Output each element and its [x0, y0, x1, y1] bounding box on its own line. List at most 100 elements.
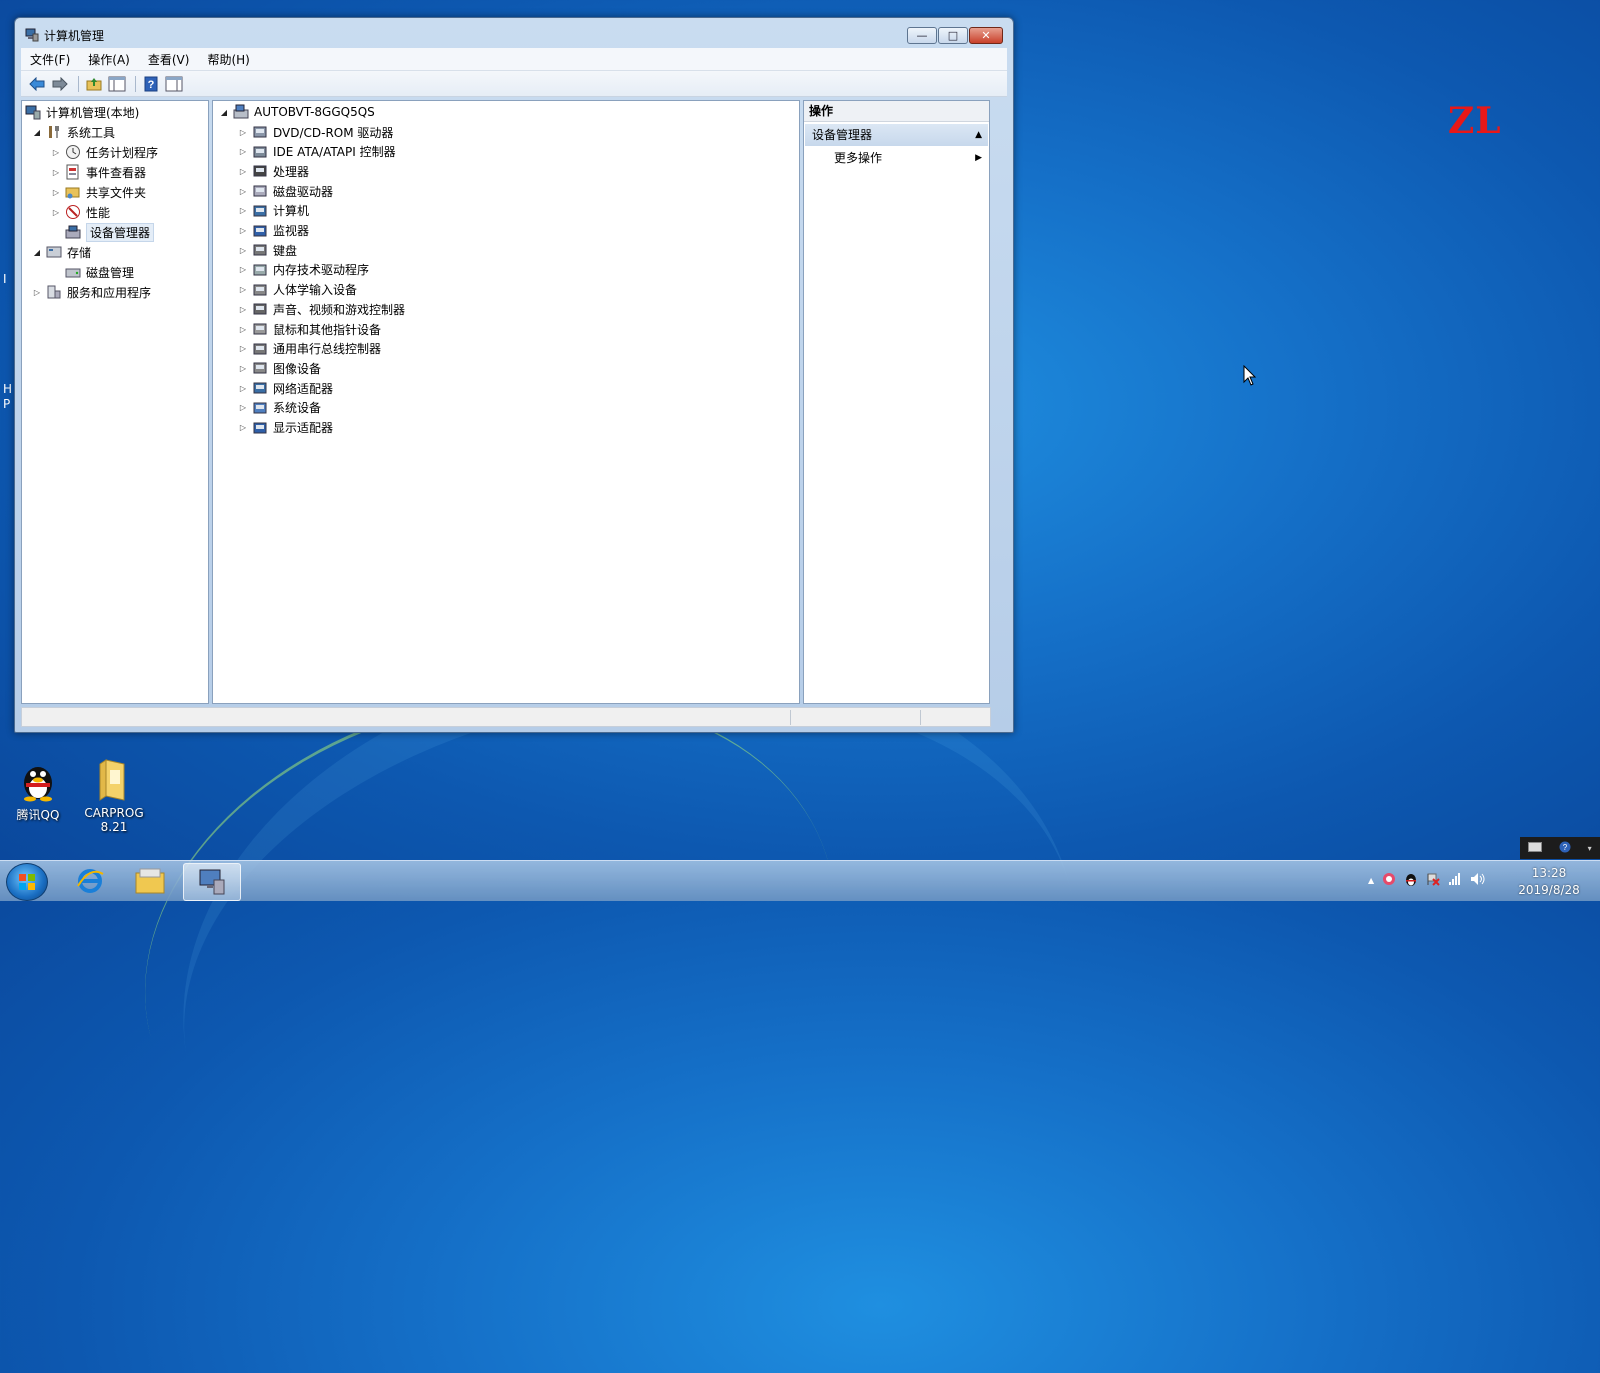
expand-triangle-icon[interactable]: ▷	[238, 285, 248, 294]
menu-file[interactable]: 文件(F)	[21, 51, 79, 68]
help-button[interactable]: ?	[141, 75, 161, 93]
taskbar-internet-explorer[interactable]	[62, 863, 118, 899]
menu-help[interactable]: 帮助(H)	[198, 51, 258, 68]
maximize-button[interactable]: □	[938, 27, 968, 44]
collapse-triangle-icon[interactable]: ◢	[32, 248, 42, 257]
expand-triangle-icon[interactable]: ▷	[238, 206, 248, 215]
start-button[interactable]	[6, 863, 48, 901]
expand-triangle-icon[interactable]: ▷	[238, 325, 248, 334]
device-category-row[interactable]: ▷ 声音、视频和游戏控制器	[238, 300, 405, 318]
device-category-row[interactable]: ▷ 网络适配器	[238, 379, 333, 397]
title-bar[interactable]: 计算机管理 — □ ✕	[15, 18, 1013, 48]
expand-triangle-icon[interactable]: ▷	[32, 288, 42, 297]
tree-node-services-apps[interactable]: ▷ 服务和应用程序	[32, 283, 151, 301]
expand-triangle-icon[interactable]: ▷	[238, 187, 248, 196]
device-tree-pane[interactable]: ◢ AUTOBVT-8GGQ5QS ▷ DVD/CD-ROM 驱动器 ▷ IDE AT…	[212, 100, 800, 704]
device-category-row[interactable]: ▷ 处理器	[238, 162, 309, 180]
desktop-icon-qq[interactable]: 腾讯QQ	[3, 758, 73, 823]
tree-node-device-manager[interactable]: 设备管理器	[65, 222, 155, 242]
expand-triangle-icon[interactable]: ▷	[238, 384, 248, 393]
tree-node-shared-folders[interactable]: ▷ 共享文件夹	[51, 183, 146, 201]
expand-triangle-icon[interactable]: ▷	[238, 305, 248, 314]
device-category-icon	[252, 203, 268, 219]
device-category-row[interactable]: ▷ 计算机	[238, 202, 309, 220]
expand-triangle-icon[interactable]: ▷	[51, 168, 61, 177]
device-category-label: 通用串行总线控制器	[273, 342, 382, 357]
options-arrow-icon[interactable]: ▾	[1588, 844, 1592, 853]
taskbar-clock[interactable]: 13:28 2019/8/28	[1512, 865, 1586, 899]
up-level-button[interactable]	[84, 75, 104, 93]
expand-triangle-icon[interactable]: ▷	[238, 226, 248, 235]
navigation-tree-pane[interactable]: 计算机管理(本地) ◢ 系统工具 ▷ 任务计划程序 ▷ 事件查看器 ▷ 共享文件…	[21, 100, 209, 704]
tree-node-system-tools[interactable]: ◢ 系统工具	[32, 123, 115, 141]
tools-icon	[46, 124, 62, 140]
device-category-row[interactable]: ▷ 显示适配器	[238, 419, 333, 437]
expand-triangle-icon[interactable]: ▷	[238, 265, 248, 274]
device-category-row[interactable]: ▷ DVD/CD-ROM 驱动器	[238, 123, 394, 141]
qq-tray-icon[interactable]	[1404, 871, 1418, 890]
device-category-row[interactable]: ▷ 键盘	[238, 241, 297, 259]
forward-button[interactable]	[50, 75, 70, 93]
expand-triangle-icon[interactable]: ▷	[238, 344, 248, 353]
expand-triangle-icon[interactable]: ▷	[238, 364, 248, 373]
expand-triangle-icon[interactable]: ▷	[51, 148, 61, 157]
expand-triangle-icon[interactable]: ▷	[238, 167, 248, 176]
desktop-icon-carprog[interactable]: CARPROG 8.21	[79, 758, 149, 834]
close-button[interactable]: ✕	[969, 27, 1003, 44]
actions-section-device-manager[interactable]: 设备管理器 ▲	[805, 124, 988, 146]
expand-triangle-icon[interactable]: ▷	[238, 128, 248, 137]
show-hide-action-pane-button[interactable]	[164, 75, 184, 93]
device-category-row[interactable]: ▷ 鼠标和其他指针设备	[238, 320, 381, 338]
expand-triangle-icon[interactable]: ▷	[51, 188, 61, 197]
device-category-row[interactable]: ▷ 图像设备	[238, 359, 321, 377]
device-category-icon	[252, 183, 268, 199]
device-category-row[interactable]: ▷ 磁盘驱动器	[238, 182, 333, 200]
device-tree-root[interactable]: ◢ AUTOBVT-8GGQ5QS	[219, 103, 375, 121]
antivirus-icon[interactable]	[1382, 872, 1396, 889]
computer-management-window[interactable]: 计算机管理 — □ ✕ 文件(F) 操作(A) 查看(V) 帮助(H) ? 计算…	[14, 17, 1014, 733]
device-category-row[interactable]: ▷ IDE ATA/ATAPI 控制器	[238, 143, 396, 161]
help-circle-icon[interactable]: ?	[1559, 841, 1571, 856]
expand-triangle-icon[interactable]: ▷	[238, 423, 248, 432]
device-category-label: 计算机	[273, 204, 310, 219]
menu-view[interactable]: 查看(V)	[139, 51, 199, 68]
device-category-icon	[252, 262, 268, 278]
collapse-up-icon[interactable]: ▲	[975, 124, 982, 146]
language-bar[interactable]: ? ▾	[1520, 837, 1600, 859]
collapse-triangle-icon[interactable]: ◢	[219, 108, 229, 117]
device-category-label: 图像设备	[273, 361, 322, 376]
tree-node-task-scheduler[interactable]: ▷ 任务计划程序	[51, 143, 158, 161]
device-category-row[interactable]: ▷ 通用串行总线控制器	[238, 340, 381, 358]
expand-triangle-icon[interactable]: ▷	[238, 403, 248, 412]
menu-action[interactable]: 操作(A)	[79, 51, 139, 68]
volume-icon[interactable]	[1470, 872, 1486, 889]
minimize-button[interactable]: —	[907, 27, 937, 44]
device-category-row[interactable]: ▷ 系统设备	[238, 399, 321, 417]
device-category-row[interactable]: ▷ 内存技术驱动程序	[238, 261, 369, 279]
tree-node-performance[interactable]: ▷ 性能	[51, 203, 110, 221]
expand-triangle-icon[interactable]: ▷	[238, 147, 248, 156]
taskbar-file-explorer[interactable]	[122, 863, 178, 899]
tree-label: 性能	[86, 205, 111, 220]
tree-node-event-viewer[interactable]: ▷ 事件查看器	[51, 163, 146, 181]
collapse-triangle-icon[interactable]: ◢	[32, 128, 42, 137]
action-center-flag-icon[interactable]	[1426, 872, 1440, 889]
tree-node-disk-management[interactable]: 磁盘管理	[65, 263, 134, 281]
tree-node-root[interactable]: 计算机管理(本地)	[25, 103, 139, 121]
taskbar-computer-management[interactable]	[183, 863, 241, 901]
expand-triangle-icon[interactable]: ▷	[51, 208, 61, 217]
edge-letter: I	[3, 272, 7, 286]
tree-node-storage[interactable]: ◢ 存储	[32, 243, 91, 261]
device-category-row[interactable]: ▷ 监视器	[238, 222, 309, 240]
tray-expand-icon[interactable]: ▲	[1368, 876, 1374, 885]
expand-triangle-icon[interactable]: ▷	[238, 246, 248, 255]
keyboard-icon[interactable]	[1528, 841, 1543, 855]
device-category-label: 显示适配器	[273, 421, 334, 435]
network-signal-icon[interactable]	[1448, 872, 1462, 889]
more-actions-item[interactable]: 更多操作 ▶	[834, 149, 984, 167]
device-category-row[interactable]: ▷ 人体学输入设备	[238, 281, 357, 299]
show-hide-tree-button[interactable]	[107, 75, 127, 93]
computer-management-icon	[25, 28, 39, 42]
back-button[interactable]	[27, 75, 47, 93]
device-category-label: 磁盘驱动器	[273, 184, 334, 199]
